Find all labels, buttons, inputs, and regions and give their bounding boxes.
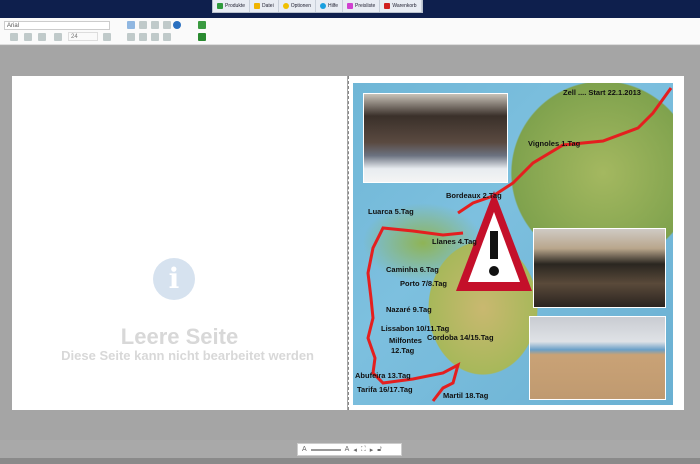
help-icon xyxy=(320,3,326,9)
empty-page-hint: Diese Seite kann nicht bearbeitet werden xyxy=(34,348,314,363)
text-color-icon[interactable] xyxy=(38,33,46,41)
photo-car-caravan[interactable] xyxy=(363,93,508,183)
ungroup-icon[interactable] xyxy=(151,21,159,29)
zoom-control: A A ◂ ⛶ ▸ 🔓︎ xyxy=(297,443,402,456)
more-icon[interactable] xyxy=(103,33,111,41)
map-label: Luarca 5.Tag xyxy=(368,207,414,216)
photo-harbor-sunset[interactable] xyxy=(533,228,666,308)
highlight-icon[interactable] xyxy=(54,33,62,41)
map-label: Tarifa 16/17.Tag xyxy=(357,385,413,394)
zoom-slider[interactable] xyxy=(310,448,341,451)
menu-hilfe[interactable]: Hilfe xyxy=(316,0,344,12)
lock-icon[interactable]: 🔓︎ xyxy=(377,446,382,454)
menu-label: Preisliste xyxy=(355,3,376,9)
zoom-out-icon[interactable]: A xyxy=(302,446,307,453)
gear-icon xyxy=(282,3,289,9)
shadow-icon[interactable] xyxy=(163,33,171,41)
font-size-value: 24 xyxy=(71,34,78,40)
map-label: Cordoba 14/15.Tag xyxy=(427,333,494,342)
folder-icon xyxy=(254,3,261,9)
menu-optionen[interactable]: Optionen xyxy=(279,0,316,12)
zoom-in-icon[interactable]: A xyxy=(345,446,350,453)
map-label: Martil 18.Tag xyxy=(443,391,489,400)
main-menu: Produkte Datei Optionen Hilfe Preisliste… xyxy=(212,0,423,13)
map-label: Vignoles 1.Tag xyxy=(528,139,581,148)
underline-icon[interactable] xyxy=(24,33,32,41)
layer-icon[interactable] xyxy=(139,33,147,41)
map-icon[interactable] xyxy=(198,33,206,41)
map-label: 12.Tag xyxy=(391,346,415,355)
insert-image-icon[interactable] xyxy=(127,21,135,29)
font-size-select[interactable]: 24 xyxy=(68,32,98,41)
map-label: Llanes 4.Tag xyxy=(432,237,477,246)
next-page-icon[interactable]: ▸ xyxy=(370,446,374,454)
globe-icon[interactable] xyxy=(173,21,181,29)
menu-label: Produkte xyxy=(225,3,246,9)
font-value: Arial xyxy=(7,23,20,29)
toolbar: Arial 24 xyxy=(0,18,700,45)
page-thumbnails[interactable] xyxy=(0,458,700,464)
align-icon[interactable] xyxy=(127,33,135,41)
menu-warenkorb[interactable]: Warenkorb xyxy=(380,0,422,12)
menu-datei[interactable]: Datei xyxy=(250,0,279,12)
map-label: Porto 7/8.Tag xyxy=(400,279,447,288)
cart-icon xyxy=(384,3,391,9)
home-icon xyxy=(217,3,223,9)
menu-label: Warenkorb xyxy=(392,3,417,9)
frame-icon[interactable] xyxy=(151,33,159,41)
menu-produkte[interactable]: Produkte xyxy=(213,0,251,12)
prev-page-icon[interactable]: ◂ xyxy=(353,446,357,454)
route-map-image[interactable]: Zell .... Start 22.1.2013 Vignoles 1.Tag… xyxy=(353,83,673,405)
hint-text: Diese Seite kann nicht bearbeitet werden xyxy=(61,348,314,363)
web-icon[interactable] xyxy=(198,21,206,29)
fit-page-icon[interactable]: ⛶ xyxy=(361,446,366,454)
map-label: Abufeira 13.Tag xyxy=(355,371,411,380)
map-label: Zell .... Start 22.1.2013 xyxy=(563,88,641,97)
map-label: Milfontes xyxy=(389,336,422,345)
photo-beach[interactable] xyxy=(529,316,666,400)
map-label: Nazaré 9.Tag xyxy=(386,305,432,314)
print-icon[interactable] xyxy=(163,21,171,29)
map-label: Lissabon 10/11.Tag xyxy=(381,324,450,333)
font-select[interactable]: Arial xyxy=(4,21,110,30)
menu-label: Optionen xyxy=(290,3,311,9)
map-label: Bordeaux 2.Tag xyxy=(446,191,502,200)
menu-label: Datei xyxy=(262,3,274,9)
info-icon: i xyxy=(153,258,195,300)
menu-label: Hilfe xyxy=(328,3,339,9)
italic-icon[interactable] xyxy=(10,33,18,41)
map-label: Caminha 6.Tag xyxy=(386,265,439,274)
group-icon[interactable] xyxy=(139,21,147,29)
menu-preisliste[interactable]: Preisliste xyxy=(343,0,381,12)
empty-page-title: Leere Seite xyxy=(120,324,239,349)
pricelist-icon xyxy=(347,3,354,9)
